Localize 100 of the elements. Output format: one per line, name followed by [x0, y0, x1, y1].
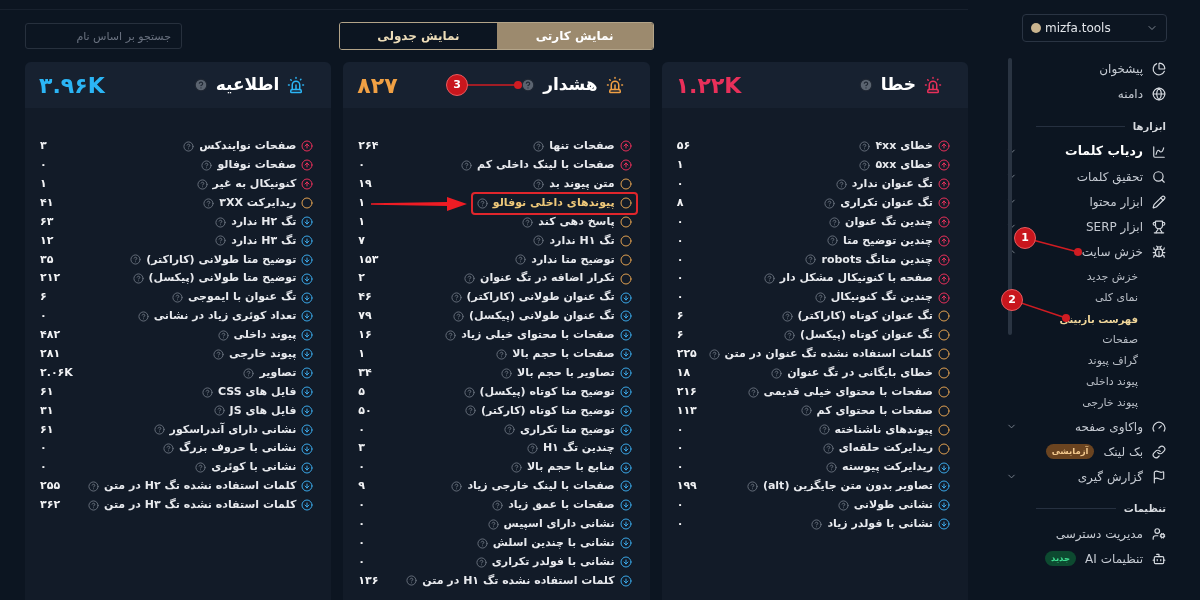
- help-icon[interactable]: [492, 499, 504, 511]
- help-icon[interactable]: [196, 178, 208, 190]
- help-icon[interactable]: [171, 292, 183, 304]
- nav-item[interactable]: گزارش گیری: [1077, 467, 1143, 486]
- help-icon[interactable]: [195, 462, 207, 474]
- help-icon[interactable]: [452, 310, 464, 322]
- help-icon[interactable]: [132, 273, 144, 285]
- help-icon[interactable]: [763, 273, 775, 285]
- nav-item[interactable]: ردیاب کلمات: [1065, 142, 1143, 161]
- help-icon[interactable]: [201, 386, 213, 398]
- help-icon[interactable]: [213, 405, 225, 417]
- nav-item[interactable]: تحقیق کلمات: [1076, 167, 1143, 186]
- help-icon[interactable]: [818, 424, 830, 436]
- help-icon[interactable]: [510, 462, 522, 474]
- help-icon[interactable]: [824, 197, 836, 209]
- nav-subitem[interactable]: خزش جدید: [1086, 267, 1138, 288]
- domain-selector[interactable]: mizfa.tools: [1022, 14, 1167, 42]
- help-icon[interactable]: [461, 159, 473, 171]
- help-icon[interactable]: [162, 443, 174, 455]
- help-icon[interactable]: [183, 140, 195, 152]
- help-icon[interactable]: [215, 216, 227, 228]
- help-icon[interactable]: [130, 254, 142, 266]
- help-icon[interactable]: [450, 292, 462, 304]
- nav-item[interactable]: بک لینک: [1103, 442, 1143, 461]
- help-icon[interactable]: [746, 480, 758, 492]
- help-icon[interactable]: [475, 556, 487, 568]
- help-icon[interactable]: [811, 518, 823, 530]
- nav-item[interactable]: واکاوی صفحه: [1075, 417, 1143, 436]
- help-icon[interactable]: [406, 575, 418, 587]
- help-icon[interactable]: [859, 159, 871, 171]
- nav-subitem[interactable]: پیوند داخلی: [1086, 372, 1138, 393]
- help-icon[interactable]: [243, 367, 255, 379]
- nav-subitem[interactable]: صفحات: [1102, 330, 1138, 351]
- nav-subitem[interactable]: فهرست بازبینی: [1059, 309, 1138, 330]
- help-icon[interactable]: [476, 197, 488, 209]
- nav-item[interactable]: مدیریت دسترسی: [1055, 524, 1143, 543]
- nav-item[interactable]: تنظیمات AI: [1085, 549, 1143, 568]
- help-icon[interactable]: [771, 367, 783, 379]
- help-icon[interactable]: [521, 78, 536, 92]
- help-icon[interactable]: [476, 537, 488, 549]
- help-icon[interactable]: [464, 273, 476, 285]
- help-icon[interactable]: [747, 386, 759, 398]
- help-icon[interactable]: [201, 159, 213, 171]
- search-field[interactable]: جستجو بر اساس نام: [25, 23, 182, 49]
- help-icon[interactable]: [501, 367, 513, 379]
- pencil-icon[interactable]: [1152, 194, 1166, 209]
- help-icon[interactable]: [526, 443, 538, 455]
- help-icon[interactable]: [829, 216, 841, 228]
- nav-item[interactable]: ابزار محتوا: [1089, 192, 1143, 211]
- help-icon[interactable]: [445, 329, 457, 341]
- help-icon[interactable]: [835, 178, 847, 190]
- nav-item[interactable]: ابزار SERP: [1085, 217, 1143, 236]
- help-icon[interactable]: [153, 424, 165, 436]
- bug-icon[interactable]: [1152, 244, 1166, 259]
- help-icon[interactable]: [800, 405, 812, 417]
- nav-subitem[interactable]: نمای کلی: [1095, 288, 1138, 309]
- help-icon[interactable]: [708, 348, 720, 360]
- help-icon[interactable]: [515, 254, 527, 266]
- nav-subitem[interactable]: گراف پیوند: [1087, 351, 1138, 372]
- pie-chart-icon[interactable]: [1152, 61, 1166, 76]
- help-icon[interactable]: [503, 424, 515, 436]
- robot-icon[interactable]: [1152, 551, 1166, 566]
- help-icon[interactable]: [837, 499, 849, 511]
- help-icon[interactable]: [463, 386, 475, 398]
- help-icon[interactable]: [88, 480, 99, 492]
- help-icon[interactable]: [487, 518, 499, 530]
- help-icon[interactable]: [137, 310, 149, 322]
- help-icon[interactable]: [826, 462, 838, 474]
- search-icon[interactable]: [1152, 169, 1166, 184]
- line-chart-icon[interactable]: [1152, 144, 1166, 159]
- nav-item[interactable]: پیشخوان: [1099, 59, 1143, 78]
- help-icon[interactable]: [496, 348, 508, 360]
- help-icon[interactable]: [822, 443, 834, 455]
- gauge-icon[interactable]: [1152, 419, 1166, 434]
- help-icon[interactable]: [814, 292, 826, 304]
- help-icon[interactable]: [88, 499, 99, 511]
- help-icon[interactable]: [215, 235, 227, 247]
- user-gear-icon[interactable]: [1152, 526, 1166, 541]
- help-icon[interactable]: [203, 197, 215, 209]
- help-icon[interactable]: [533, 140, 545, 152]
- nav-item[interactable]: خزش سایت: [1081, 242, 1143, 261]
- help-icon[interactable]: [858, 78, 873, 92]
- help-icon[interactable]: [213, 348, 225, 360]
- help-icon[interactable]: [193, 78, 208, 92]
- link-icon[interactable]: [1152, 444, 1166, 459]
- help-icon[interactable]: [533, 178, 545, 190]
- help-icon[interactable]: [217, 329, 229, 341]
- help-icon[interactable]: [451, 480, 463, 492]
- help-icon[interactable]: [859, 140, 871, 152]
- help-icon[interactable]: [783, 329, 795, 341]
- help-icon[interactable]: [781, 310, 793, 322]
- help-icon[interactable]: [522, 216, 534, 228]
- globe-icon[interactable]: [1152, 86, 1166, 101]
- help-icon[interactable]: [533, 235, 545, 247]
- help-icon[interactable]: [465, 405, 476, 417]
- flag-icon[interactable]: [1152, 469, 1166, 484]
- nav-subitem[interactable]: پیوند خارجی: [1082, 393, 1138, 414]
- trophy-icon[interactable]: [1152, 219, 1166, 234]
- nav-item[interactable]: دامنه: [1117, 84, 1143, 103]
- help-icon[interactable]: [805, 254, 817, 266]
